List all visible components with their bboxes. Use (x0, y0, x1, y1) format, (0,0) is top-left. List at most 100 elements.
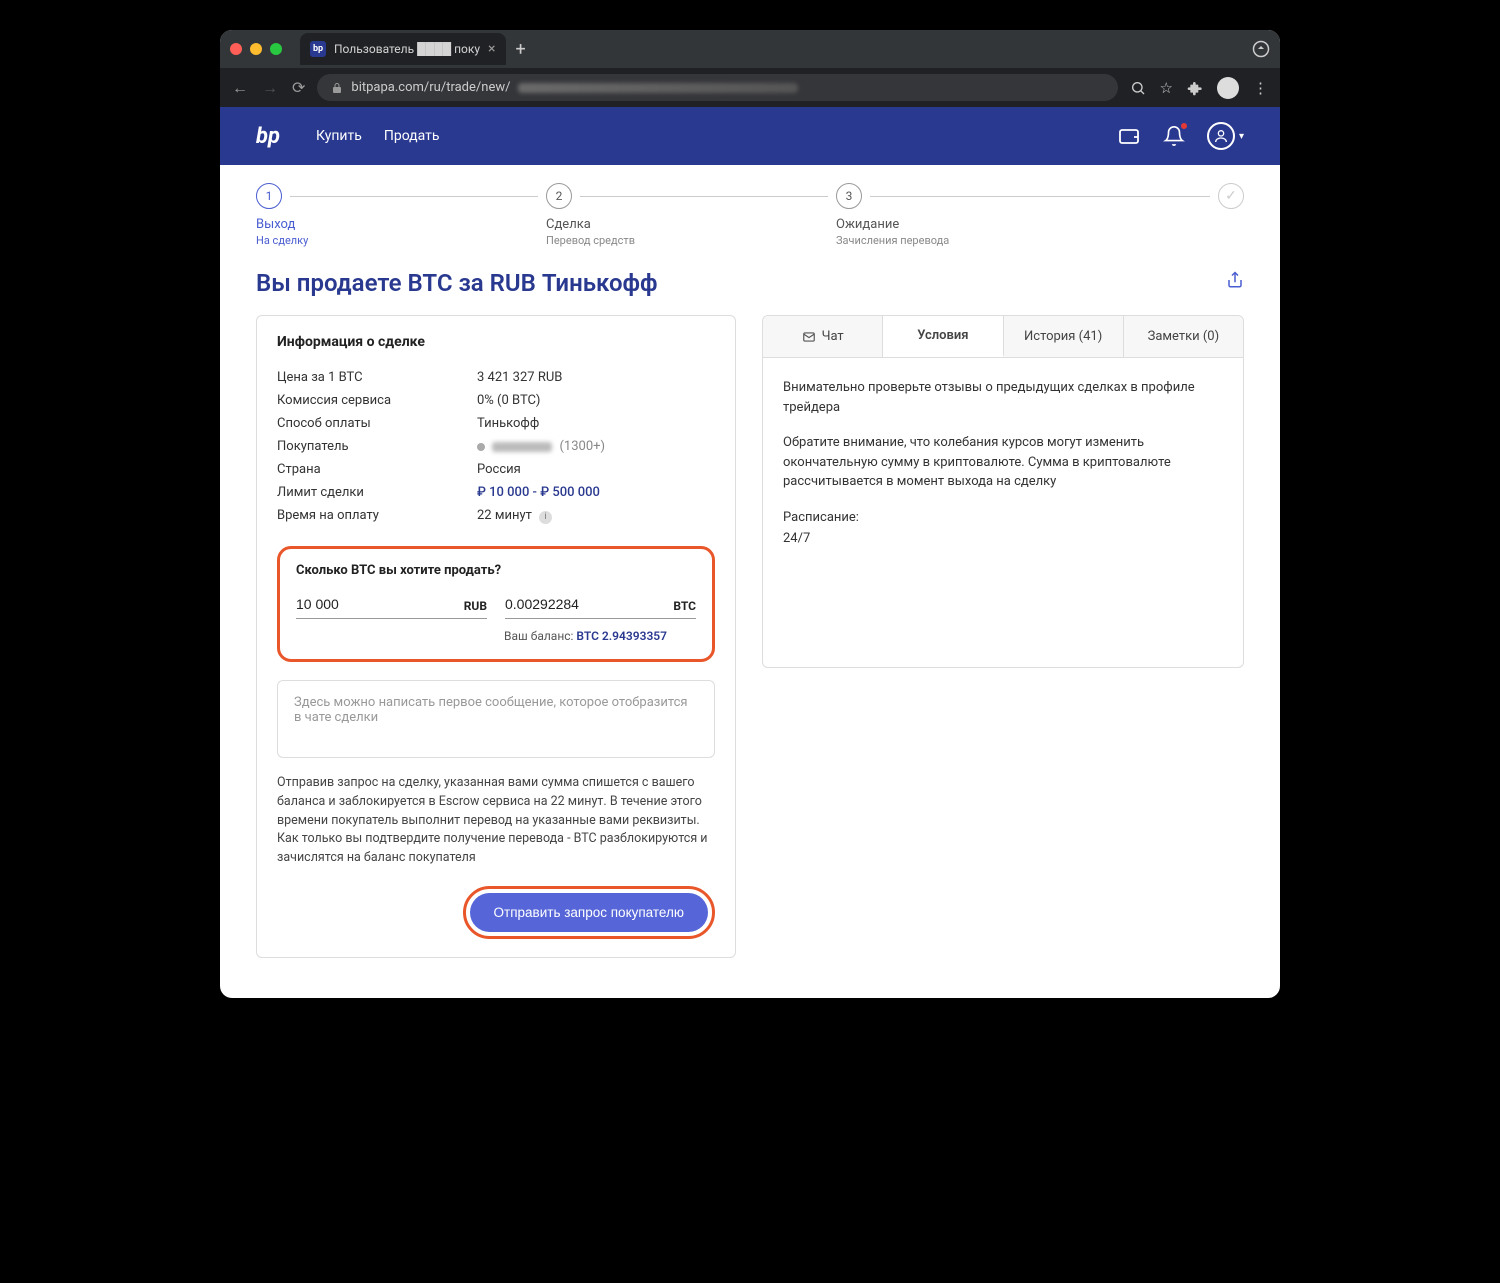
mail-icon (802, 330, 816, 344)
step-line (580, 196, 828, 197)
terms-p4: 24/7 (783, 529, 1223, 549)
menu-icon[interactable]: ⋮ (1253, 79, 1268, 97)
url-text: bitpapa.com/ru/trade/new/ (351, 80, 510, 95)
nav-buttons: ← → ⟳ (232, 78, 305, 98)
rub-suffix: RUB (464, 599, 487, 613)
btc-input[interactable] (505, 592, 696, 619)
step-line (290, 196, 538, 197)
message-input[interactable] (294, 695, 698, 739)
rub-input-group: RUB (296, 592, 487, 619)
url-actions: ☆ ⋮ (1130, 77, 1268, 99)
tab-notes[interactable]: Заметки (0) (1124, 316, 1243, 357)
minimize-window-icon[interactable] (250, 43, 262, 55)
url-field[interactable]: bitpapa.com/ru/trade/new/ (317, 74, 1117, 101)
step-2: 2 Сделка Перевод средств (546, 183, 836, 247)
right-column: Чат Условия История (41) Заметки (0) Вни… (762, 315, 1244, 668)
profile-menu[interactable]: ▾ (1207, 122, 1244, 150)
tab-title: Пользователь ████ поку (334, 42, 480, 56)
wallet-icon[interactable] (1117, 124, 1141, 148)
status-dot-icon (477, 443, 485, 451)
bell-icon[interactable] (1163, 125, 1185, 147)
step-1: 1 Выход На сделку (256, 183, 546, 247)
lock-icon (331, 82, 343, 94)
site-header: bp Купить Продать ▾ (220, 107, 1280, 165)
back-icon[interactable]: ← (232, 78, 248, 98)
row-fee: Комиссия сервиса 0% (0 BTC) (277, 389, 715, 412)
tab-bar: bp Пользователь ████ поку × + (220, 30, 1280, 68)
deal-card-title: Информация о сделке (277, 334, 715, 350)
submit-button[interactable]: Отправить запрос покупателю (470, 893, 708, 932)
balance-link[interactable]: BTC 2.94393357 (576, 629, 667, 643)
share-icon[interactable] (1226, 271, 1244, 289)
extensions-icon[interactable] (1187, 80, 1203, 96)
step-3-sub: Зачисления перевода (836, 234, 1244, 247)
message-box (277, 680, 715, 758)
maximize-window-icon[interactable] (270, 43, 282, 55)
step-2-sub: Перевод средств (546, 234, 836, 247)
chevron-down-icon: ▾ (1239, 131, 1244, 142)
logo[interactable]: bp (256, 124, 280, 149)
row-method: Способ оплаты Тинькофф (277, 412, 715, 435)
rub-input[interactable] (296, 592, 487, 619)
forward-icon[interactable]: → (262, 78, 278, 98)
step-check-icon: ✓ (1218, 183, 1244, 209)
deal-info-card: Информация о сделке Цена за 1 BTC 3 421 … (256, 315, 736, 958)
info-icon[interactable]: i (539, 511, 552, 524)
step-line (870, 196, 1210, 197)
profile-avatar-icon[interactable] (1217, 77, 1239, 99)
star-icon[interactable]: ☆ (1160, 79, 1173, 97)
browser-chrome: bp Пользователь ████ поку × + ← → ⟳ bitp… (220, 30, 1280, 107)
inputs-row: RUB BTC (296, 592, 696, 619)
balance-line: Ваш баланс: BTC 2.94393357 (296, 629, 696, 643)
columns: Информация о сделке Цена за 1 BTC 3 421 … (256, 315, 1244, 958)
bell-badge (1179, 121, 1189, 131)
btc-input-group: BTC (505, 592, 696, 619)
buyer-count: (1300+) (559, 439, 605, 454)
page-title: Вы продаете BTC за RUB Тинькофф (256, 269, 1244, 297)
step-1-circle: 1 (256, 183, 282, 209)
row-country: Страна Россия (277, 458, 715, 481)
nav-sell[interactable]: Продать (384, 128, 440, 144)
browser-tab[interactable]: bp Пользователь ████ поку × (300, 33, 506, 65)
chrome-profile-icon[interactable] (1252, 40, 1270, 58)
nav-links: Купить Продать (316, 128, 439, 144)
progress-steps: 1 Выход На сделку 2 Сделка Перевод средс… (256, 183, 1244, 247)
step-3: 3 ✓ Ожидание Зачисления перевода (836, 183, 1244, 247)
header-right: ▾ (1117, 122, 1244, 150)
close-tab-icon[interactable]: × (488, 41, 495, 57)
reload-icon[interactable]: ⟳ (292, 78, 305, 98)
terms-p2: Обратите внимание, что колебания курсов … (783, 433, 1223, 492)
step-1-label: Выход (256, 217, 546, 232)
disclaimer-text: Отправив запрос на сделку, указанная вам… (277, 774, 715, 868)
step-1-sub: На сделку (256, 234, 546, 247)
submit-highlight: Отправить запрос покупателю (463, 886, 715, 939)
tab-chat[interactable]: Чат (763, 316, 883, 357)
close-window-icon[interactable] (230, 43, 242, 55)
new-tab-button[interactable]: + (516, 39, 526, 60)
page-content: 1 Выход На сделку 2 Сделка Перевод средс… (220, 165, 1280, 998)
row-buyer: Покупатель (1300+) (277, 435, 715, 458)
url-blurred (518, 83, 798, 93)
step-2-circle: 2 (546, 183, 572, 209)
right-tabs: Чат Условия История (41) Заметки (0) (762, 315, 1244, 358)
buyer-name-blurred (492, 442, 552, 452)
sell-title: Сколько BTC вы хотите продать? (296, 563, 696, 578)
step-2-label: Сделка (546, 217, 836, 232)
favicon-icon: bp (310, 41, 326, 57)
step-3-label: Ожидание (836, 217, 1244, 232)
url-bar: ← → ⟳ bitpapa.com/ru/trade/new/ ☆ (220, 68, 1280, 107)
row-limit: Лимит сделки ₽ 10 000 - ₽ 500 000 (277, 481, 715, 504)
buyer-value[interactable]: (1300+) (477, 439, 715, 454)
terms-p1: Внимательно проверьте отзывы о предыдущи… (783, 378, 1223, 417)
row-price: Цена за 1 BTC 3 421 327 RUB (277, 366, 715, 389)
step-3-circle: 3 (836, 183, 862, 209)
browser-window: bp Пользователь ████ поку × + ← → ⟳ bitp… (220, 30, 1280, 998)
btc-suffix: BTC (673, 599, 696, 613)
zoom-icon[interactable] (1130, 80, 1146, 96)
tab-history[interactable]: История (41) (1004, 316, 1124, 357)
tab-terms[interactable]: Условия (883, 316, 1003, 357)
terms-p3: Расписание: (783, 508, 1223, 528)
row-time: Время на оплату 22 минут i (277, 504, 715, 528)
avatar-icon (1207, 122, 1235, 150)
nav-buy[interactable]: Купить (316, 128, 362, 144)
